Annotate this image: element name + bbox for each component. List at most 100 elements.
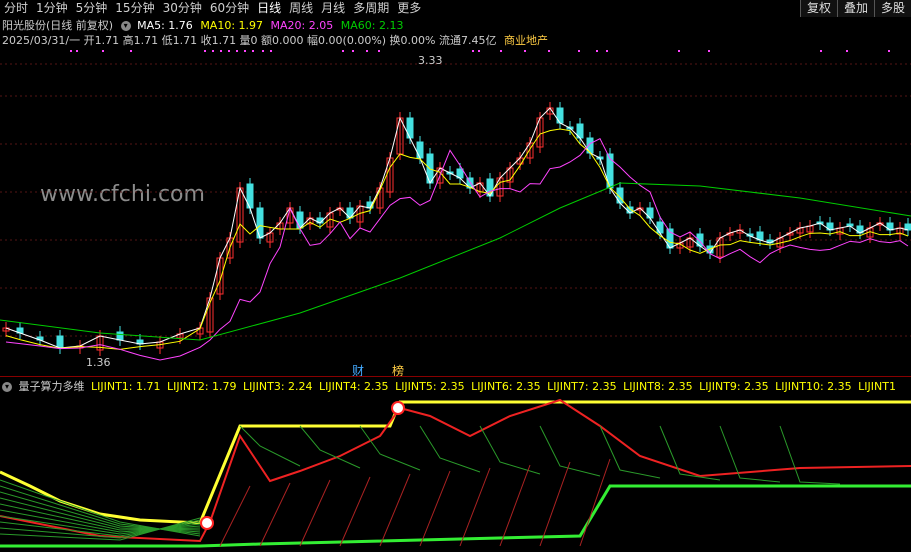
event-dot [548, 50, 550, 52]
ma60-value: MA60: 2.13 [340, 19, 404, 32]
low-price-label: 1.36 [86, 356, 111, 369]
event-dot [204, 50, 206, 52]
event-dot [888, 50, 890, 52]
period-toolbar: 分时 1分钟 5分钟 15分钟 30分钟 60分钟 日线 周线 月线 多周期 更… [0, 0, 911, 17]
event-dot [478, 50, 480, 52]
event-dot [212, 50, 214, 52]
tab-30min[interactable]: 30分钟 [159, 0, 206, 16]
event-dot [678, 50, 680, 52]
bar-info-text: 2025/03/31/一 开1.71 高1.71 低1.71 收1.71 量0 … [2, 34, 497, 47]
tab-multi-period[interactable]: 多周期 [349, 0, 393, 16]
tab-1min[interactable]: 1分钟 [32, 0, 72, 16]
event-dot [236, 50, 238, 52]
event-dot [76, 50, 78, 52]
tab-60min[interactable]: 60分钟 [206, 0, 253, 16]
lijint1: LIJINT1: 1.71 [91, 380, 161, 393]
fan-line-red [499, 464, 531, 547]
event-dot [472, 50, 474, 52]
indicator-title[interactable]: 量子算力多维 [19, 380, 85, 393]
event-dot [70, 50, 72, 52]
lijint4: LIJINT4: 2.35 [319, 380, 389, 393]
fan-line-red [459, 467, 491, 547]
event-dot [228, 50, 230, 52]
candle-body [406, 117, 414, 139]
tab-fenshi[interactable]: 分时 [0, 0, 32, 16]
event-dot [524, 50, 526, 52]
signal-icon [391, 401, 405, 415]
event-dot [500, 50, 502, 52]
indicator-legend: ▾ 量子算力多维 LIJINT1: 1.71 LIJINT2: 1.79 LIJ… [2, 380, 896, 394]
event-dot [578, 50, 580, 52]
candle-body [56, 335, 64, 349]
signal-icon [200, 516, 214, 530]
fan-line-red [219, 485, 251, 547]
event-dot [606, 50, 608, 52]
candle-body [416, 141, 424, 159]
event-dot [130, 50, 132, 52]
lijint-extra: LIJINT1 [858, 380, 896, 393]
event-dot [596, 50, 598, 52]
candle-body [116, 331, 124, 341]
tab-more[interactable]: 更多 [393, 0, 425, 16]
fan-line-red [379, 473, 411, 547]
fan-line-green [539, 425, 601, 477]
fan-line-red [539, 461, 571, 547]
lijint2: LIJINT2: 1.79 [167, 380, 237, 393]
sector-label[interactable]: 商业地产 [504, 34, 548, 47]
candlestick-chart[interactable]: 3.33 1.36 [0, 48, 911, 370]
lijint7: LIJINT7: 2.35 [547, 380, 617, 393]
event-dot [378, 50, 380, 52]
yellow-line [0, 400, 911, 525]
fan-line-green [359, 425, 421, 471]
event-dot [262, 50, 264, 52]
event-dot [366, 50, 368, 52]
indicator-chart[interactable] [0, 396, 911, 550]
multi-stock-button[interactable]: 多股 [873, 0, 911, 17]
fan-line-red [299, 479, 331, 547]
fan-line-red [339, 476, 371, 547]
event-dot [252, 50, 254, 52]
event-dot [708, 50, 710, 52]
event-dot [102, 50, 104, 52]
tab-15min[interactable]: 15分钟 [111, 0, 158, 16]
ma60-line [0, 182, 911, 341]
bar-info: 2025/03/31/一 开1.71 高1.71 低1.71 收1.71 量0 … [2, 34, 548, 48]
fuquan-button[interactable]: 复权 [799, 0, 837, 17]
lijint3: LIJINT3: 2.24 [243, 380, 313, 393]
tab-monthly[interactable]: 月线 [317, 0, 349, 16]
event-dot [820, 50, 822, 52]
lijint10: LIJINT10: 2.35 [775, 380, 852, 393]
tab-daily[interactable]: 日线 [253, 0, 285, 16]
stock-title[interactable]: 阳光股份(日线 前复权) [2, 19, 113, 32]
ma-legend: 阳光股份(日线 前复权) ▾ MA5: 1.76 MA10: 1.97 MA20… [2, 19, 403, 33]
event-dot [220, 50, 222, 52]
fan-line-red [419, 470, 451, 547]
candle-body [256, 207, 264, 239]
lijint8: LIJINT8: 2.35 [623, 380, 693, 393]
lijint9: LIJINT9: 2.35 [699, 380, 769, 393]
fan-line-green [419, 425, 481, 473]
event-dot [244, 50, 246, 52]
ma5-value: MA5: 1.76 [137, 19, 193, 32]
overlay-button[interactable]: 叠加 [836, 0, 874, 17]
event-dot [270, 50, 272, 52]
fan-line-green [299, 425, 361, 469]
settings-icon[interactable]: ▾ [120, 21, 131, 31]
event-dot [846, 50, 848, 52]
fan-line-red [259, 482, 291, 547]
ma20-value: MA20: 2.05 [270, 19, 334, 32]
high-price-label: 3.33 [418, 54, 443, 67]
panel-divider [0, 376, 911, 377]
fan-line-green [479, 425, 541, 475]
candle-body [656, 221, 664, 234]
fan-line-green [779, 425, 841, 485]
fan-line-green [239, 425, 301, 467]
indicator-settings-icon[interactable]: ▾ [2, 382, 12, 392]
tab-weekly[interactable]: 周线 [285, 0, 317, 16]
event-dot [342, 50, 344, 52]
tab-5min[interactable]: 5分钟 [72, 0, 112, 16]
ma10-line [5, 128, 909, 350]
event-dot [352, 50, 354, 52]
lijint5: LIJINT5: 2.35 [395, 380, 465, 393]
toolbar-right: 复权 叠加 多股 [799, 0, 911, 17]
